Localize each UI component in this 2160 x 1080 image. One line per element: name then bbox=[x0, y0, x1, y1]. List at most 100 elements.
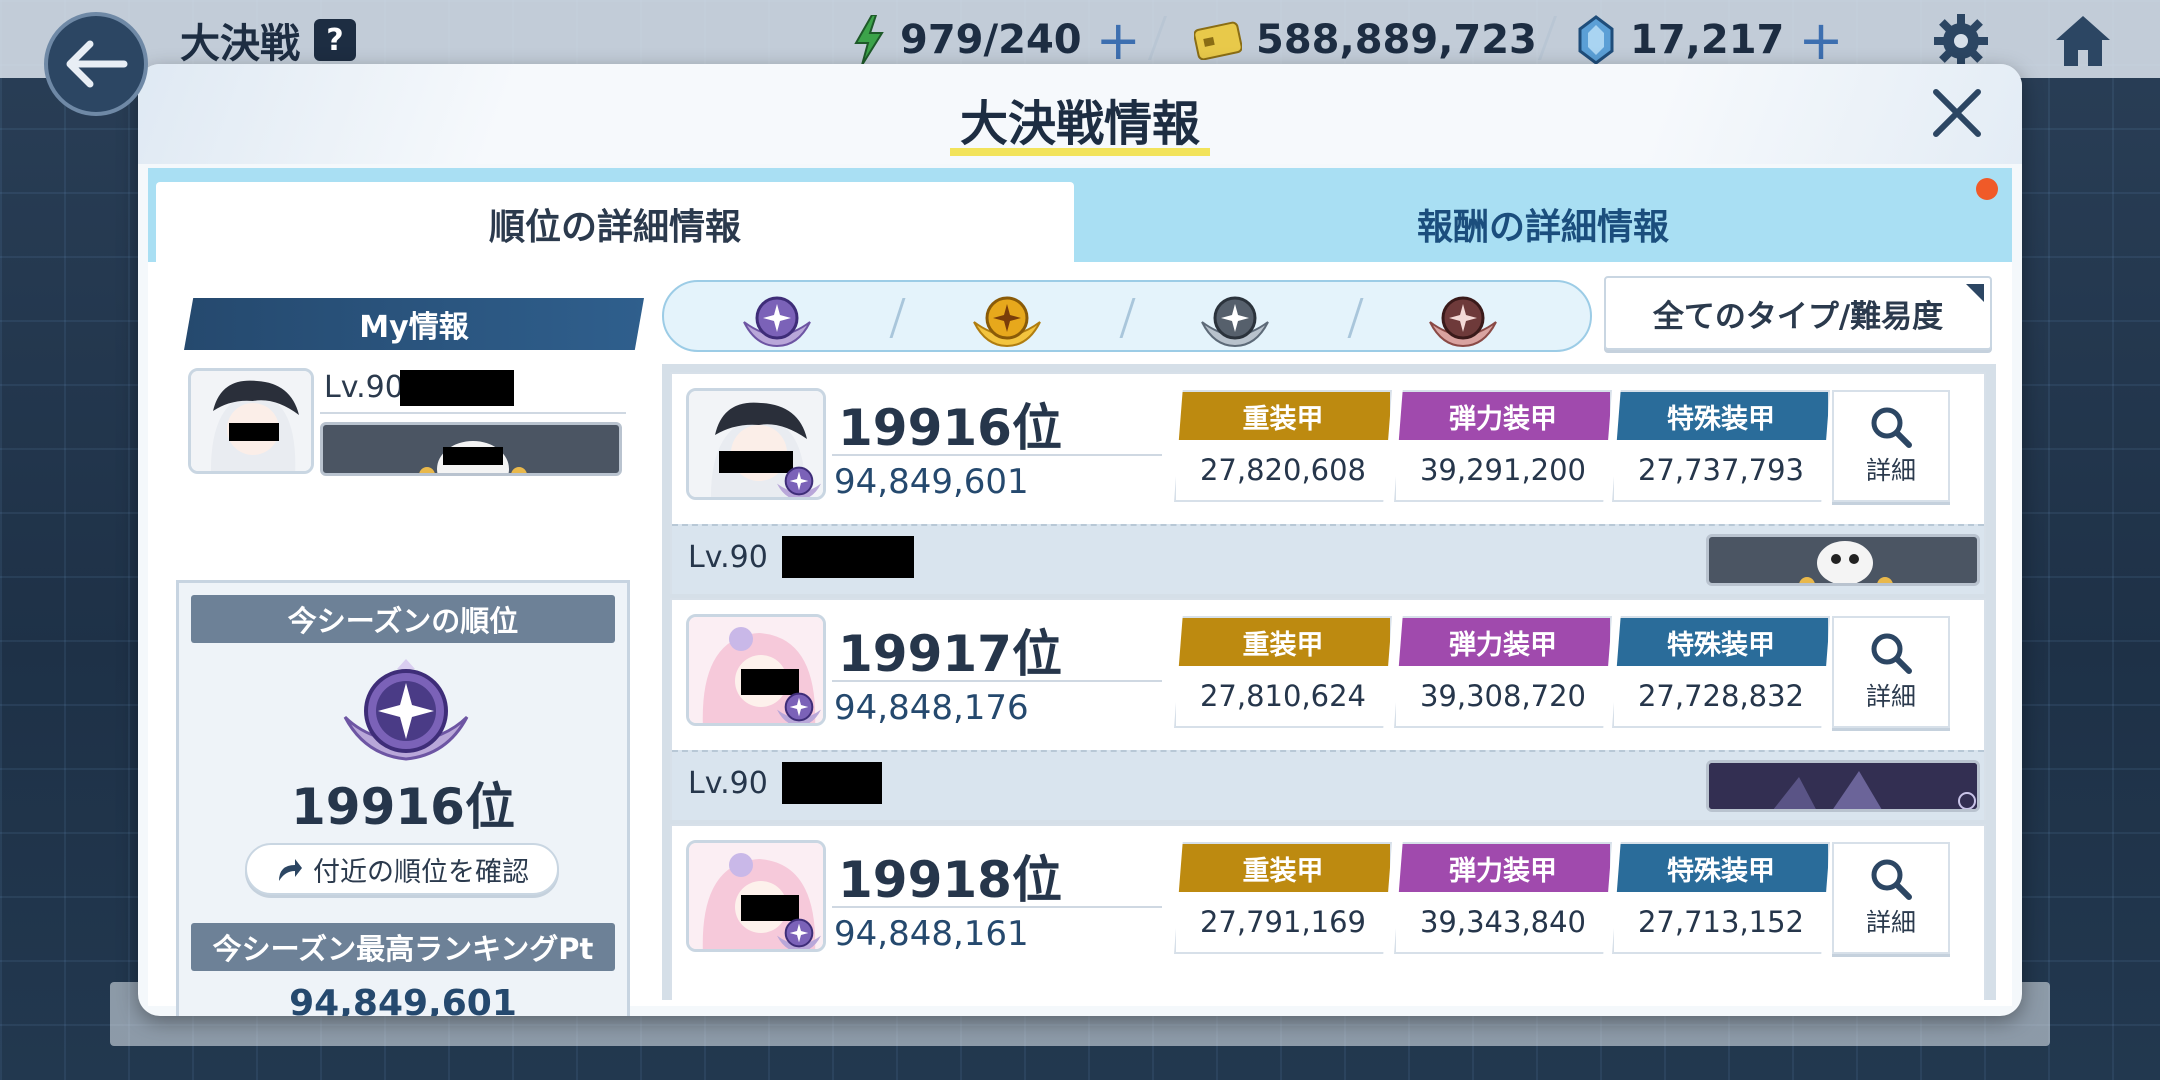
platinum-tier-badge-icon bbox=[777, 466, 821, 497]
stat-label: 弾力装甲 bbox=[1396, 844, 1610, 892]
player-avatar[interactable] bbox=[686, 388, 826, 500]
home-icon[interactable] bbox=[2052, 10, 2114, 72]
divider bbox=[832, 906, 1162, 908]
tier-filter-bar bbox=[662, 280, 1592, 352]
stat-label: 特殊装甲 bbox=[1614, 392, 1828, 440]
gems-value: 17,217 bbox=[1630, 17, 1785, 63]
best-pt-value: 94,849,601 bbox=[289, 983, 517, 1016]
screen-title: 大決戦 ? bbox=[180, 12, 356, 68]
title-underline bbox=[950, 148, 1210, 156]
player-avatar[interactable] bbox=[686, 614, 826, 726]
tab-ranking-details[interactable]: 順位の詳細情報 bbox=[156, 182, 1074, 266]
player-banner bbox=[1706, 534, 1980, 586]
notification-dot bbox=[1976, 178, 1998, 200]
my-level: Lv.90 bbox=[324, 370, 404, 405]
mascot-banner-image bbox=[1799, 541, 1893, 583]
rank-number: 19916位 bbox=[838, 399, 1062, 457]
divider bbox=[832, 454, 1162, 456]
stat-label: 重装甲 bbox=[1176, 392, 1390, 440]
best-pt-header: 今シーズン最高ランキングPt bbox=[191, 923, 615, 971]
detail-button[interactable]: 詳細 bbox=[1832, 390, 1950, 502]
lightning-icon bbox=[854, 15, 884, 65]
detail-button[interactable]: 詳細 bbox=[1832, 842, 1950, 954]
nearby-button-label: 付近の順位を確認 bbox=[313, 856, 529, 888]
divider bbox=[320, 412, 626, 414]
screen-title-text: 大決戦 bbox=[180, 21, 300, 67]
add-gems-button[interactable]: + bbox=[1798, 9, 1843, 72]
season-rank-value: 19916位 bbox=[291, 778, 515, 836]
ranking-row[interactable]: 19916位 94,849,601 重装甲 27,820,608 弾力装甲 39… bbox=[670, 372, 1986, 594]
back-arrow-icon bbox=[66, 40, 128, 88]
season-rank-panel: 今シーズンの順位 19916位 付近の順位を確認 今シーズン最高ランキングPt … bbox=[176, 580, 630, 1016]
my-info-header: My情報 bbox=[184, 298, 644, 350]
special-armor-score: 特殊装甲 27,737,793 bbox=[1612, 390, 1830, 502]
gear-icon[interactable] bbox=[1930, 10, 1992, 72]
add-stamina-button[interactable]: + bbox=[1096, 9, 1141, 72]
detail-label: 詳細 bbox=[1865, 456, 1916, 485]
rank-number: 19917位 bbox=[838, 625, 1062, 683]
elastic-armor-score: 弾力装甲 39,343,840 bbox=[1394, 842, 1612, 954]
stat-label: 特殊装甲 bbox=[1614, 618, 1828, 666]
stamina-value: 979/240 bbox=[900, 17, 1082, 63]
stat-value: 27,728,832 bbox=[1637, 679, 1805, 713]
stat-label: 弾力装甲 bbox=[1396, 392, 1610, 440]
redaction-box bbox=[229, 423, 279, 441]
redacted-player-name bbox=[400, 370, 514, 406]
bronze-tier-icon[interactable] bbox=[1426, 288, 1500, 348]
back-button[interactable] bbox=[44, 12, 148, 116]
redaction-box bbox=[443, 447, 503, 465]
player-level: Lv.90 bbox=[688, 540, 768, 575]
divider bbox=[832, 680, 1162, 682]
dropdown-corner-icon bbox=[1966, 284, 1984, 302]
elastic-armor-score: 弾力装甲 39,291,200 bbox=[1394, 390, 1612, 502]
detail-label: 詳細 bbox=[1865, 908, 1916, 937]
silver-tier-icon[interactable] bbox=[1198, 288, 1272, 348]
close-icon[interactable] bbox=[1928, 84, 1986, 142]
stat-value: 39,291,200 bbox=[1419, 453, 1587, 487]
tab-content: My情報 Lv.90 今シーズンの順位 19916位 付近の順位を確認 今シーズ… bbox=[148, 262, 2012, 1016]
rank-score: 94,849,601 bbox=[834, 462, 1029, 502]
stat-label: 特殊装甲 bbox=[1614, 844, 1828, 892]
special-armor-score: 特殊装甲 27,728,832 bbox=[1612, 616, 1830, 728]
ranking-row[interactable]: 19917位 94,848,176 重装甲 27,810,624 弾力装甲 39… bbox=[670, 598, 1986, 820]
type-filter-label: 全てのタイプ/難易度 bbox=[1652, 298, 1944, 335]
detail-button[interactable]: 詳細 bbox=[1832, 616, 1950, 728]
gem-icon bbox=[1578, 15, 1614, 65]
rank-score: 94,848,176 bbox=[834, 688, 1029, 728]
stat-label: 重装甲 bbox=[1176, 618, 1390, 666]
check-nearby-rank-button[interactable]: 付近の順位を確認 bbox=[245, 843, 559, 895]
stat-value: 27,810,624 bbox=[1199, 679, 1367, 713]
player-level: Lv.90 bbox=[688, 766, 768, 801]
rank-number: 19918位 bbox=[838, 851, 1062, 909]
player-avatar[interactable] bbox=[686, 840, 826, 952]
ranking-info-dialog: 大決戦情報 順位の詳細情報 報酬の詳細情報 My情報 Lv.90 今シーズンの順… bbox=[138, 64, 2022, 1016]
tab-reward-details[interactable]: 報酬の詳細情報 bbox=[1082, 182, 2004, 266]
my-avatar[interactable] bbox=[188, 368, 314, 474]
my-banner bbox=[320, 422, 622, 476]
credits-counter: 588,889,723 bbox=[1194, 10, 1537, 70]
stat-value: 27,791,169 bbox=[1199, 905, 1367, 939]
player-info-strip: Lv.90 bbox=[672, 524, 1984, 594]
stat-label: 重装甲 bbox=[1176, 844, 1390, 892]
ranking-list[interactable]: 19916位 94,849,601 重装甲 27,820,608 弾力装甲 39… bbox=[662, 364, 1996, 1000]
dialog-title: 大決戦情報 bbox=[959, 96, 1200, 152]
heavy-armor-score: 重装甲 27,820,608 bbox=[1174, 390, 1392, 502]
stat-value: 39,308,720 bbox=[1419, 679, 1587, 713]
stat-value: 27,820,608 bbox=[1199, 453, 1367, 487]
detail-label: 詳細 bbox=[1865, 682, 1916, 711]
gold-tier-icon[interactable] bbox=[970, 288, 1044, 348]
stat-label: 弾力装甲 bbox=[1396, 618, 1610, 666]
platinum-tier-badge-icon bbox=[777, 918, 821, 949]
stat-value: 27,713,152 bbox=[1637, 905, 1805, 939]
stat-value: 27,737,793 bbox=[1637, 453, 1805, 487]
player-banner bbox=[1706, 760, 1980, 812]
magnifier-icon bbox=[1871, 633, 1912, 674]
divider bbox=[1537, 16, 1558, 60]
heavy-armor-score: 重装甲 27,810,624 bbox=[1174, 616, 1392, 728]
credit-card-icon bbox=[1194, 21, 1242, 60]
type-difficulty-dropdown[interactable]: 全てのタイプ/難易度 bbox=[1604, 276, 1992, 350]
platinum-tier-icon[interactable] bbox=[740, 288, 814, 348]
redacted-player-name bbox=[782, 762, 882, 804]
help-button[interactable]: ? bbox=[314, 19, 356, 61]
ranking-row[interactable]: 19918位 94,848,161 重装甲 27,791,169 弾力装甲 39… bbox=[670, 824, 1986, 1000]
